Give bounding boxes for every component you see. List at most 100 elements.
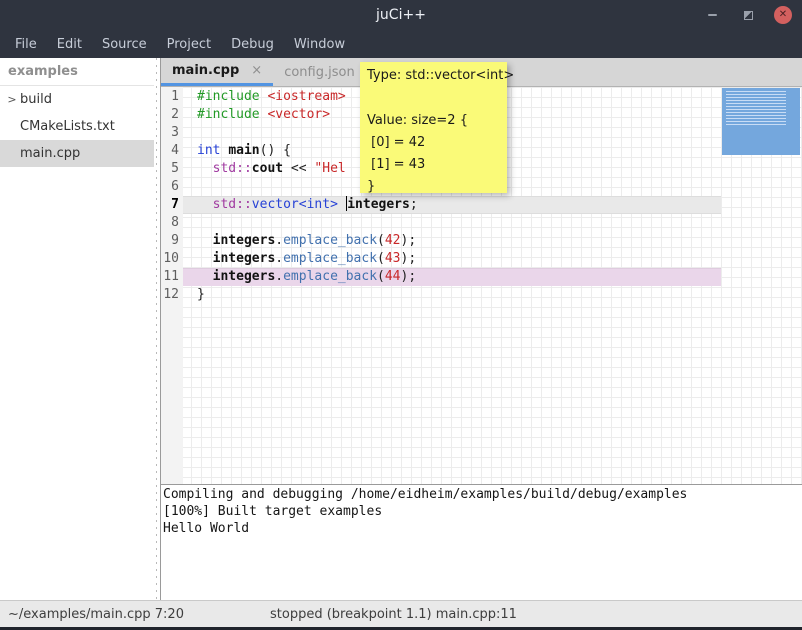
code-token bbox=[197, 197, 213, 212]
code-token bbox=[197, 161, 213, 176]
code-token bbox=[197, 233, 213, 248]
restore-icon bbox=[744, 11, 753, 20]
menu-item-project[interactable]: Project bbox=[157, 33, 221, 56]
code-line: 9 integers.emplace_back(42); bbox=[161, 232, 802, 250]
code-token: integers bbox=[213, 269, 276, 284]
code-token: "Hel bbox=[314, 161, 345, 176]
code-token: <iostream> bbox=[267, 89, 345, 104]
tab-main-cpp[interactable]: main.cpp × bbox=[161, 58, 273, 86]
window-controls: ✕ bbox=[702, 0, 792, 30]
tab-close-icon[interactable]: × bbox=[251, 63, 262, 78]
code-token: ( bbox=[377, 251, 385, 266]
line-number[interactable]: 6 bbox=[161, 178, 183, 196]
expander-icon[interactable]: > bbox=[4, 93, 20, 106]
project-name-label: examples bbox=[0, 58, 154, 86]
code-token: #include bbox=[197, 107, 260, 122]
file-tree-sidebar: examples >build CMakeLists.txt main.cpp bbox=[0, 58, 154, 600]
code-token: int bbox=[197, 143, 220, 158]
line-number[interactable]: 10 bbox=[161, 250, 183, 268]
code-text: integers.emplace_back(44); bbox=[183, 268, 721, 286]
code-token: main bbox=[228, 143, 259, 158]
line-number[interactable]: 12 bbox=[161, 286, 183, 304]
code-token: integers bbox=[347, 197, 410, 212]
pane-divider[interactable] bbox=[154, 58, 160, 600]
code-token: ; bbox=[410, 197, 418, 212]
code-token: integers bbox=[213, 251, 276, 266]
minimize-button[interactable] bbox=[702, 5, 722, 25]
close-button[interactable]: ✕ bbox=[774, 6, 792, 24]
sidebar-item-label: main.cpp bbox=[20, 146, 80, 161]
code-token: ); bbox=[401, 269, 417, 284]
tab-label: main.cpp bbox=[172, 63, 239, 78]
sidebar-item-label: CMakeLists.txt bbox=[20, 119, 115, 134]
code-token: std bbox=[213, 197, 236, 212]
code-token: ( bbox=[377, 269, 385, 284]
code-token: emplace_back bbox=[283, 251, 377, 266]
sidebar-item-main-cpp[interactable]: main.cpp bbox=[0, 140, 154, 167]
code-text bbox=[183, 214, 721, 232]
code-token: . bbox=[275, 269, 283, 284]
tooltip-type-line: Type: std::vector<int> bbox=[367, 68, 502, 83]
minimap-viewport[interactable] bbox=[722, 88, 800, 155]
code-token bbox=[197, 269, 213, 284]
code-token: vector<int> bbox=[252, 197, 338, 212]
file-tree: >build CMakeLists.txt main.cpp bbox=[0, 86, 154, 167]
code-token: <vector> bbox=[267, 107, 330, 122]
code-text: } bbox=[183, 286, 721, 304]
code-line: 10 integers.emplace_back(43); bbox=[161, 250, 802, 268]
code-token: ); bbox=[401, 233, 417, 248]
line-number[interactable]: 3 bbox=[161, 124, 183, 142]
output-line: [100%] Built target examples bbox=[163, 503, 802, 520]
sidebar-item-build[interactable]: >build bbox=[0, 86, 154, 113]
code-token: emplace_back bbox=[283, 269, 377, 284]
code-text: integers.emplace_back(43); bbox=[183, 250, 721, 268]
line-number[interactable]: 9 bbox=[161, 232, 183, 250]
sidebar-item-label: build bbox=[20, 92, 52, 107]
sidebar-item-cmakelists-txt[interactable]: CMakeLists.txt bbox=[0, 113, 154, 140]
code-line: 11 integers.emplace_back(44); bbox=[161, 268, 802, 286]
window-title: juCi++ bbox=[0, 7, 802, 23]
line-number[interactable]: 8 bbox=[161, 214, 183, 232]
code-token: 43 bbox=[385, 251, 401, 266]
close-icon: ✕ bbox=[779, 10, 787, 20]
menubar: FileEditSourceProjectDebugWindow bbox=[0, 30, 802, 58]
minimap-code-preview bbox=[726, 91, 786, 127]
line-number[interactable]: 11 bbox=[161, 268, 183, 286]
code-token: emplace_back bbox=[283, 233, 377, 248]
menu-item-window[interactable]: Window bbox=[284, 33, 355, 56]
menu-item-file[interactable]: File bbox=[5, 33, 47, 56]
app-window: juCi++ ✕ FileEditSourceProjectDebugWindo… bbox=[0, 0, 802, 630]
line-number[interactable]: 5 bbox=[161, 160, 183, 178]
code-line: 7 std::vector<int> integers; bbox=[161, 196, 802, 214]
code-token: std bbox=[213, 161, 236, 176]
output-line: Compiling and debugging /home/eidheim/ex… bbox=[163, 486, 802, 503]
debug-value-tooltip: Type: std::vector<int> Value: size=2 { [… bbox=[360, 62, 507, 193]
line-number[interactable]: 7 bbox=[161, 196, 183, 214]
minimize-icon bbox=[708, 14, 717, 16]
code-token: #include bbox=[197, 89, 260, 104]
statusbar: ~/examples/main.cpp 7:20 stopped (breakp… bbox=[0, 600, 802, 627]
code-token: 44 bbox=[385, 269, 401, 284]
code-token: 42 bbox=[385, 233, 401, 248]
status-debug-state: stopped (breakpoint 1.1) main.cpp:11 bbox=[270, 607, 517, 622]
line-number[interactable]: 1 bbox=[161, 88, 183, 106]
tooltip-value-block: Value: size=2 { [0] = 42 [1] = 43 } bbox=[367, 110, 502, 198]
code-token bbox=[197, 251, 213, 266]
line-number[interactable]: 2 bbox=[161, 106, 183, 124]
restore-button[interactable] bbox=[738, 5, 758, 25]
code-token: . bbox=[275, 233, 283, 248]
code-token: ); bbox=[401, 251, 417, 266]
menu-item-debug[interactable]: Debug bbox=[221, 33, 284, 56]
code-text: std::vector<int> integers; bbox=[183, 196, 721, 214]
code-line: 12} bbox=[161, 286, 802, 304]
tab-config-json[interactable]: config.json bbox=[273, 58, 366, 86]
menu-item-source[interactable]: Source bbox=[92, 33, 157, 56]
menu-item-edit[interactable]: Edit bbox=[47, 33, 92, 56]
line-number[interactable]: 4 bbox=[161, 142, 183, 160]
code-token: << bbox=[283, 161, 314, 176]
output-panel[interactable]: Compiling and debugging /home/eidheim/ex… bbox=[161, 485, 802, 600]
titlebar: juCi++ ✕ bbox=[0, 0, 802, 30]
code-text: integers.emplace_back(42); bbox=[183, 232, 721, 250]
code-token: cout bbox=[252, 161, 283, 176]
status-file-position: ~/examples/main.cpp 7:20 bbox=[8, 607, 184, 622]
